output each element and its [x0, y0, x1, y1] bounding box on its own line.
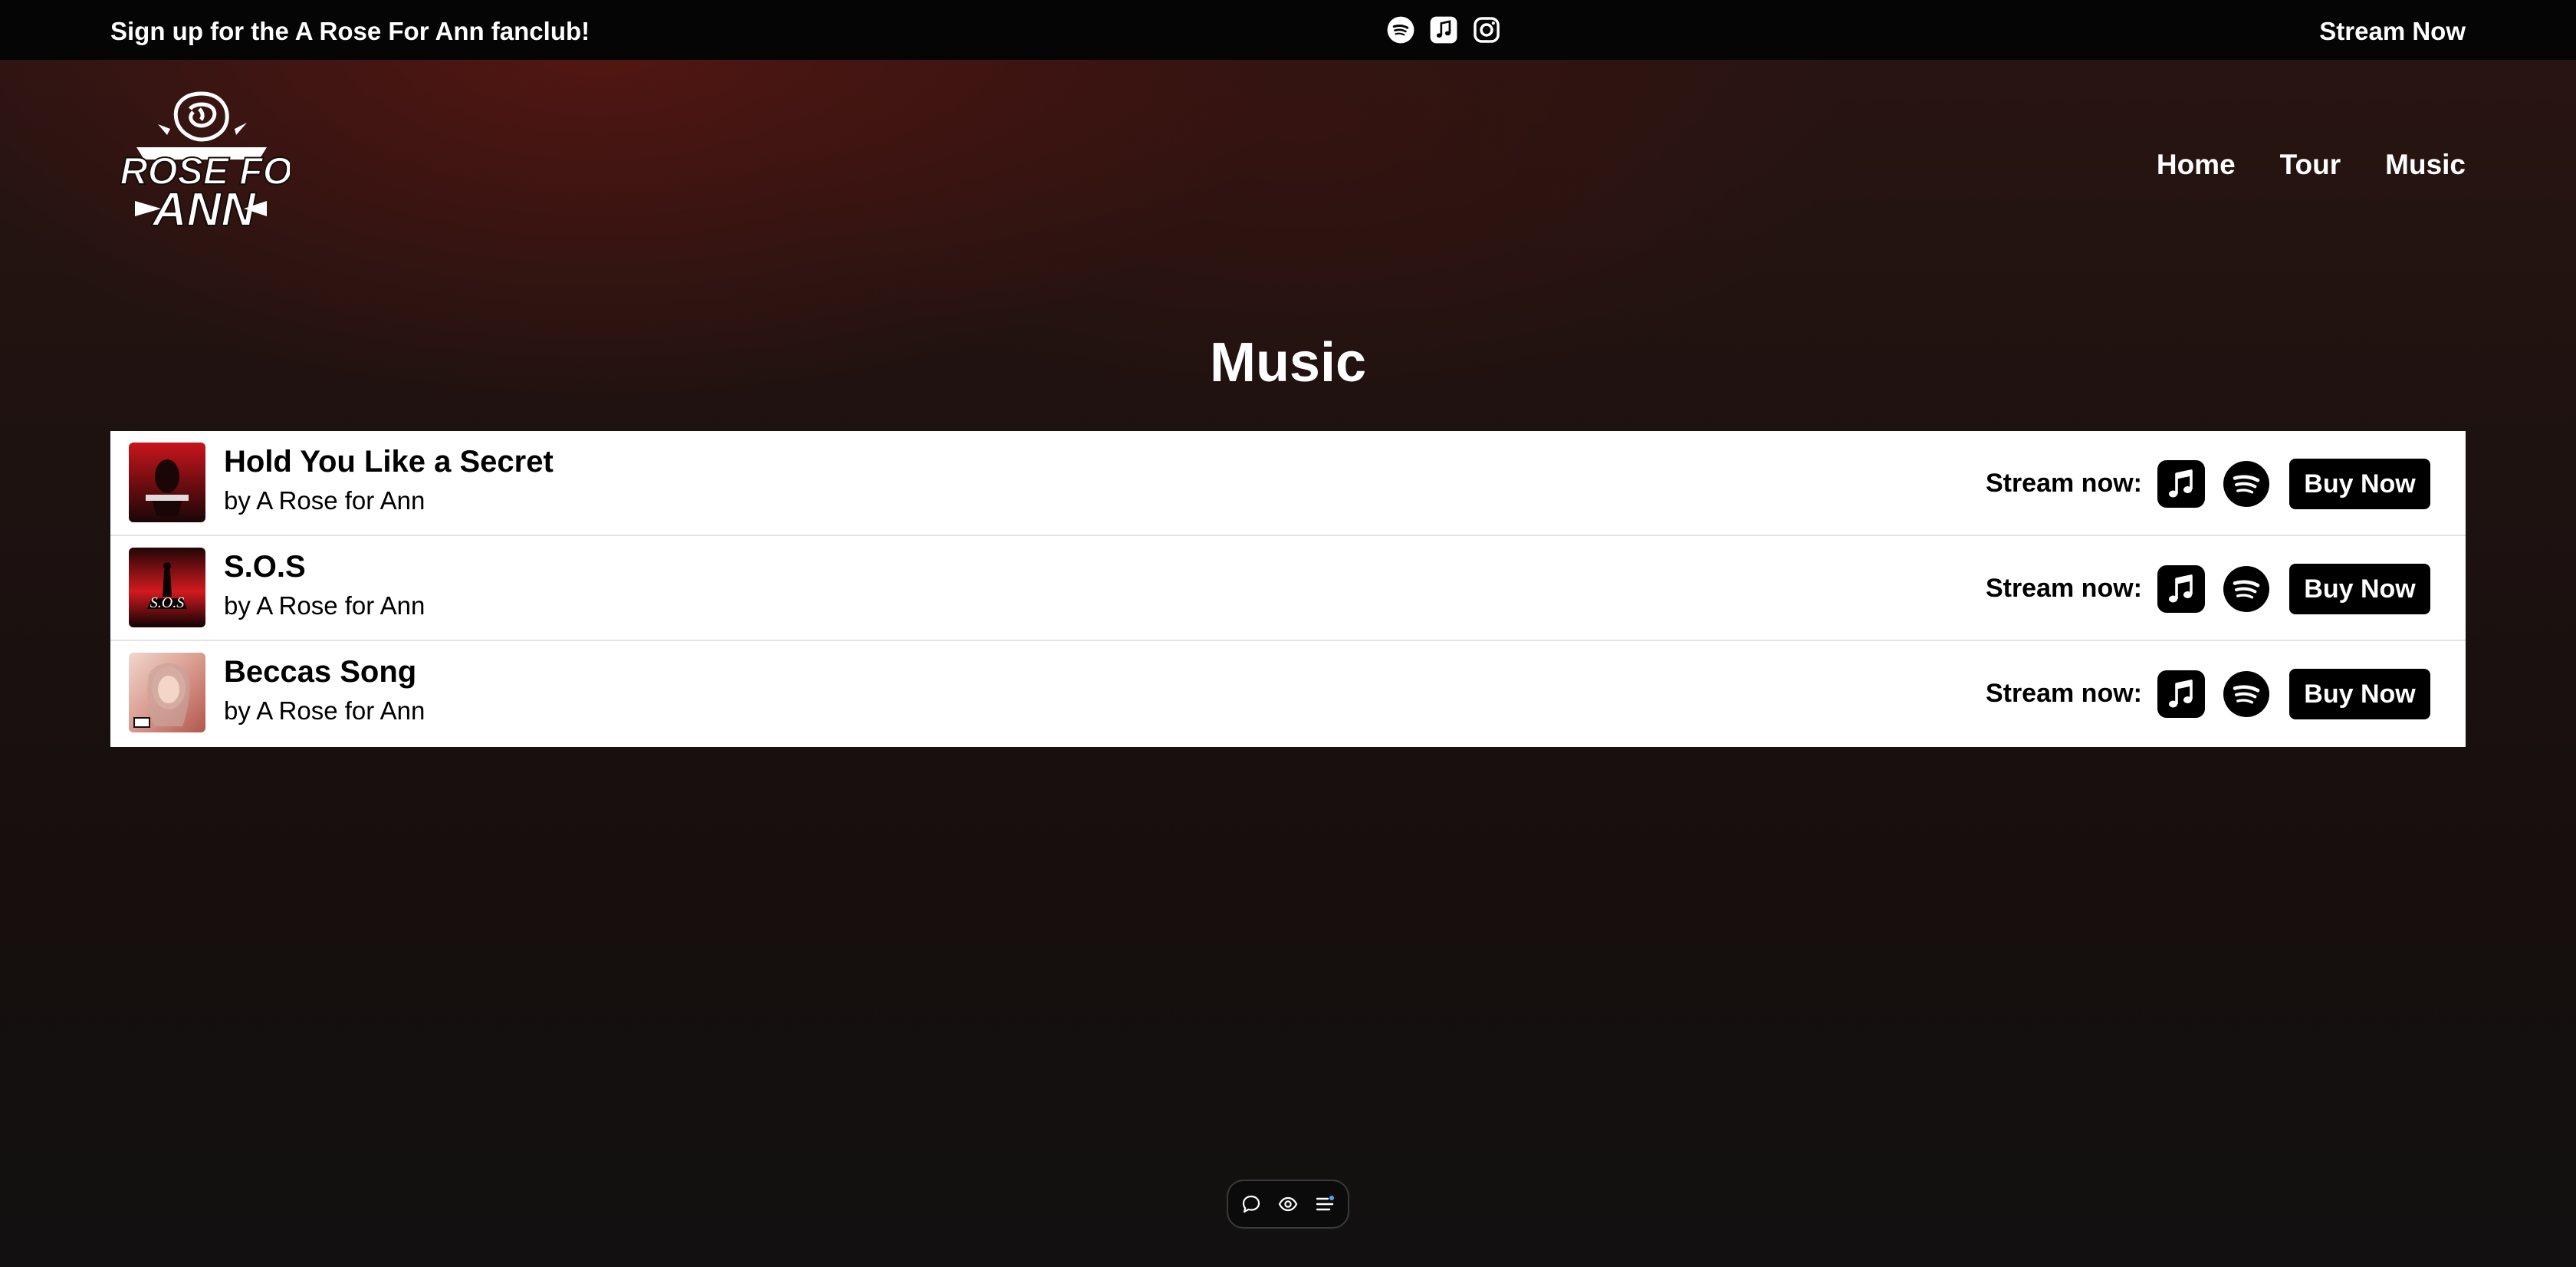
nav-music[interactable]: Music	[2385, 149, 2466, 181]
nav-home[interactable]: Home	[2157, 149, 2236, 181]
track-row: S.O.S S.O.S by A Rose for Ann Stream now…	[110, 536, 2466, 641]
track-title: S.O.S	[224, 550, 306, 584]
buy-now-button[interactable]: Buy Now	[2289, 564, 2430, 614]
stream-now-label: Stream now:	[1985, 679, 2142, 708]
stream-now-label: Stream now:	[1985, 574, 2142, 603]
main-nav: Home Tour Music	[2157, 149, 2466, 181]
track-title: Beccas Song	[224, 655, 417, 689]
floating-toolbar	[1227, 1180, 1349, 1229]
spotify-icon[interactable]	[2223, 565, 2270, 613]
spotify-icon[interactable]	[2223, 670, 2270, 718]
track-artist: by A Rose for Ann	[224, 591, 426, 620]
list-icon[interactable]	[1314, 1193, 1336, 1215]
track-artist: by A Rose for Ann	[224, 486, 426, 515]
page-title: Music	[1209, 332, 1367, 393]
svg-text:S.O.S: S.O.S	[150, 594, 184, 611]
stream-now-link[interactable]: Stream Now	[2319, 17, 2466, 46]
top-announcement-bar: Sign up for the A Rose For Ann fanclub! …	[0, 0, 2576, 60]
track-list: Hold You Like a Secret by A Rose for Ann…	[110, 431, 2466, 747]
instagram-icon[interactable]	[1472, 15, 1501, 44]
nav-tour[interactable]: Tour	[2280, 149, 2341, 181]
apple-music-icon[interactable]	[2157, 460, 2205, 508]
fanclub-signup-link[interactable]: Sign up for the A Rose For Ann fanclub!	[110, 17, 590, 46]
spotify-icon[interactable]	[2223, 460, 2270, 508]
track-row: Hold You Like a Secret by A Rose for Ann…	[110, 431, 2466, 536]
svg-text:ANN: ANN	[151, 183, 257, 236]
band-logo[interactable]: A ROSE FOR ANN	[80, 86, 321, 239]
buy-now-button[interactable]: Buy Now	[2289, 669, 2430, 719]
album-cover: S.O.S	[129, 548, 205, 627]
buy-now-button[interactable]: Buy Now	[2289, 459, 2430, 509]
track-artist: by A Rose for Ann	[224, 696, 426, 725]
social-icons	[1386, 15, 1501, 44]
apple-music-icon[interactable]	[2157, 565, 2205, 613]
stream-now-label: Stream now:	[1985, 469, 2142, 498]
track-row: Beccas Song by A Rose for Ann Stream now…	[110, 641, 2466, 747]
album-cover	[129, 443, 205, 522]
comment-icon[interactable]	[1240, 1193, 1262, 1215]
track-title: Hold You Like a Secret	[224, 445, 554, 479]
eye-icon[interactable]	[1277, 1193, 1299, 1215]
apple-music-icon[interactable]	[2157, 670, 2205, 718]
spotify-icon[interactable]	[1386, 15, 1415, 44]
album-cover	[129, 653, 205, 732]
apple-music-icon[interactable]	[1429, 15, 1458, 44]
